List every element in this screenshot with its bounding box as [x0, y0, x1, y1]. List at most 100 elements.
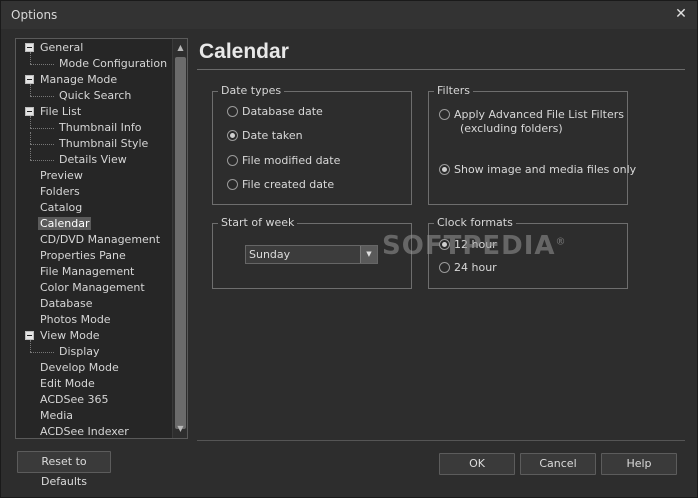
clock-formats-legend: Clock formats: [434, 216, 516, 230]
tree-item[interactable]: Quick Search: [57, 88, 133, 104]
scroll-thumb[interactable]: [175, 57, 186, 429]
radio-dot: [439, 109, 450, 120]
tree-connector: [30, 352, 54, 353]
radio-label: Show image and media files only: [454, 163, 637, 176]
tree-item-label: Quick Search: [59, 89, 132, 102]
help-button[interactable]: Help: [601, 453, 677, 475]
tree-item-label: ACDSee 365: [40, 393, 109, 406]
tree-item[interactable]: Calendar: [38, 216, 92, 232]
date-types-legend: Date types: [218, 84, 285, 98]
tree-item-label: Develop Mode: [40, 361, 119, 374]
tree-item-label: Media: [40, 409, 74, 422]
reset-to-defaults-button[interactable]: Reset to Defaults: [17, 451, 111, 488]
collapse-icon[interactable]: [25, 331, 34, 340]
tree-item-label: General: [40, 41, 84, 54]
options-tree[interactable]: General Mode Configuration Manage Mode Quic…: [15, 38, 188, 439]
radio-label: File created date: [242, 178, 335, 191]
tree-item[interactable]: Database: [38, 296, 95, 312]
tree-item[interactable]: CD/DVD Management: [38, 232, 162, 248]
tree-item-label: Calendar: [38, 217, 92, 230]
watermark-text: SOFTPEDIA: [382, 231, 556, 261]
collapse-icon[interactable]: [25, 75, 34, 84]
filter-advanced-subtext: (excluding folders): [460, 122, 563, 135]
tree-item-label: Folders: [40, 185, 80, 198]
radio-label: Apply Advanced File List Filters: [454, 108, 624, 121]
tree-item[interactable]: Details View: [57, 152, 129, 168]
tree-item[interactable]: Preview: [38, 168, 85, 184]
tree-connector: [30, 64, 54, 65]
tree-item[interactable]: Folders: [38, 184, 82, 200]
scroll-down-icon[interactable]: ▼: [173, 422, 187, 436]
tree-connector: [30, 148, 31, 160]
collapse-icon[interactable]: [25, 107, 34, 116]
start-of-week-select[interactable]: Sunday ▼: [245, 245, 378, 264]
tree-item-label: CD/DVD Management: [40, 233, 161, 246]
tree-item[interactable]: Catalog: [38, 200, 84, 216]
tree-item[interactable]: ACDSee 365: [38, 392, 111, 408]
filters-legend: Filters: [434, 84, 473, 98]
tree-scrollbar[interactable]: ▲ ▼: [172, 39, 187, 438]
tree-item-label: Catalog: [40, 201, 83, 214]
tree-item-label: Photos Mode: [40, 313, 111, 326]
radio-label: Date taken: [242, 129, 303, 142]
tree-item-label: Database: [40, 297, 93, 310]
radio-dot: [227, 155, 238, 166]
footer-divider: [197, 440, 685, 441]
tree-item[interactable]: Manage Mode: [38, 72, 119, 88]
watermark: SOFTPEDIA®: [382, 231, 567, 261]
radio-dot: [227, 106, 238, 117]
tree-item-label: Manage Mode: [40, 73, 118, 86]
tree-item[interactable]: Mode Configuration: [57, 56, 169, 72]
radio-label: File modified date: [242, 154, 341, 167]
page-title: Calendar: [199, 40, 289, 63]
radio-dot: [439, 262, 450, 273]
tree-item[interactable]: Color Management: [38, 280, 147, 296]
tree-item[interactable]: File List: [38, 104, 83, 120]
title-bar: Options ✕: [1, 1, 697, 29]
radio-label: 24 hour: [454, 261, 497, 274]
tree-connector: [30, 340, 31, 352]
tree-item-label: Preview: [40, 169, 83, 182]
radio-dot: [227, 130, 238, 141]
tree-item-label: Thumbnail Info: [59, 121, 142, 134]
tree-item[interactable]: Edit Mode: [38, 376, 97, 392]
tree-item-label: File List: [40, 105, 82, 118]
close-icon[interactable]: ✕: [673, 6, 689, 22]
chevron-down-icon[interactable]: ▼: [360, 246, 377, 263]
tree-connector: [30, 128, 54, 129]
tree-item[interactable]: View Mode: [38, 328, 102, 344]
tree-item-label: ACDSee Indexer: [40, 425, 129, 438]
tree-item[interactable]: Thumbnail Info: [57, 120, 144, 136]
tree-connector: [30, 116, 31, 128]
collapse-icon[interactable]: [25, 43, 34, 52]
tree-item[interactable]: Thumbnail Style: [57, 136, 150, 152]
tree-item[interactable]: Media: [38, 408, 75, 424]
tree-item[interactable]: Develop Mode: [38, 360, 121, 376]
watermark-mark: ®: [555, 236, 567, 248]
tree-connector: [30, 144, 54, 145]
header-divider: [197, 69, 685, 70]
tree-item[interactable]: Properties Pane: [38, 248, 128, 264]
tree-item[interactable]: General: [38, 40, 85, 56]
tree-item[interactable]: Photos Mode: [38, 312, 113, 328]
tree-connector: [30, 160, 54, 161]
radio-label: Database date: [242, 105, 323, 118]
tree-item-label: Edit Mode: [40, 377, 95, 390]
tree-item-label: View Mode: [40, 329, 100, 342]
tree-item-label: Thumbnail Style: [59, 137, 149, 150]
tree-connector: [30, 52, 31, 64]
tree-item-label: File Management: [40, 265, 135, 278]
tree-item[interactable]: File Management: [38, 264, 136, 280]
window-title: Options: [11, 8, 58, 22]
tree-item-label: Mode Configuration: [59, 57, 168, 70]
start-of-week-value: Sunday: [249, 248, 291, 261]
start-of-week-legend: Start of week: [218, 216, 298, 230]
cancel-button[interactable]: Cancel: [520, 453, 596, 475]
tree-connector: [30, 132, 31, 144]
scroll-up-icon[interactable]: ▲: [173, 41, 187, 55]
tree-item[interactable]: Display: [57, 344, 102, 360]
ok-button[interactable]: OK: [439, 453, 515, 475]
tree-item[interactable]: ACDSee Indexer: [38, 424, 131, 438]
tree-item-label: Details View: [59, 153, 127, 166]
tree-connector: [30, 96, 54, 97]
